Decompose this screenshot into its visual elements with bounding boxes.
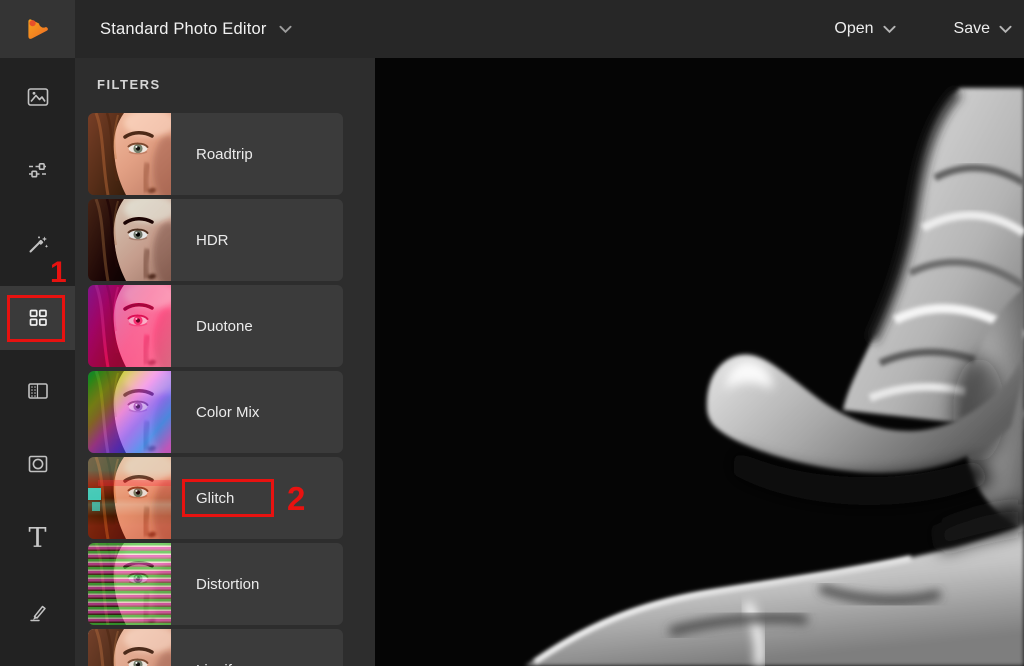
- text-icon: T: [28, 525, 46, 552]
- sidebar-item-draw[interactable]: [0, 580, 75, 644]
- filter-thumbnail: [88, 629, 171, 666]
- filters-panel: FILTERS Roadtrip HDR: [75, 58, 375, 666]
- sidebar-item-adjust[interactable]: [0, 138, 75, 202]
- annotation-box-glitch: [182, 479, 274, 517]
- page-title: Standard Photo Editor: [100, 20, 267, 39]
- annotation-step-1: 1: [50, 256, 67, 290]
- filter-thumbnail: [88, 457, 171, 539]
- canvas: [375, 58, 1024, 666]
- open-button-label: Open: [834, 20, 873, 38]
- photo-editor-app: Standard Photo Editor Open Save: [0, 0, 1024, 666]
- filter-card-liquify[interactable]: Liquify: [88, 629, 343, 666]
- filter-card-duotone[interactable]: Duotone: [88, 285, 343, 367]
- filter-card-roadtrip[interactable]: Roadtrip: [88, 113, 343, 195]
- filter-thumbnail: [88, 285, 171, 367]
- filter-card-hdr[interactable]: HDR: [88, 199, 343, 281]
- annotation-box-filters: [7, 295, 65, 342]
- save-button[interactable]: Save: [954, 20, 1012, 38]
- filter-label: HDR: [196, 199, 229, 281]
- app-logo[interactable]: [0, 0, 75, 58]
- overlay-icon: [26, 379, 50, 403]
- open-button[interactable]: Open: [834, 20, 895, 38]
- filter-label: Liquify: [196, 629, 239, 666]
- panel-title: FILTERS: [97, 77, 161, 92]
- filter-card-distortion[interactable]: Distortion: [88, 543, 343, 625]
- topbar-actions: Open Save: [834, 0, 1012, 58]
- image-icon: [26, 85, 50, 109]
- sidebar-item-image[interactable]: [0, 65, 75, 129]
- topbar: Standard Photo Editor Open Save: [0, 0, 1024, 58]
- chevron-down-icon: [999, 25, 1012, 34]
- pen-icon: [26, 600, 50, 624]
- editor-title-dropdown[interactable]: Standard Photo Editor: [100, 0, 292, 58]
- filter-thumbnail: [88, 113, 171, 195]
- filter-label: Distortion: [196, 543, 259, 625]
- filter-label: Color Mix: [196, 371, 259, 453]
- magic-wand-icon: [26, 232, 50, 256]
- filter-thumbnail: [88, 199, 171, 281]
- filter-card-glitch[interactable]: Glitch 2: [88, 457, 343, 539]
- filter-label: Duotone: [196, 285, 253, 367]
- chevron-down-icon: [279, 25, 292, 34]
- filter-list: Roadtrip HDR Duotone: [88, 113, 362, 666]
- statue-image: [375, 58, 1024, 666]
- filter-thumbnail: [88, 543, 171, 625]
- sidebar-item-text[interactable]: T: [0, 506, 75, 570]
- sidebar-item-overlays[interactable]: [0, 359, 75, 423]
- colorcinch-logo-icon: [23, 14, 53, 44]
- chevron-down-icon: [883, 25, 896, 34]
- filter-card-colormix[interactable]: Color Mix: [88, 371, 343, 453]
- filter-thumbnail: [88, 371, 171, 453]
- sliders-icon: [26, 158, 50, 182]
- annotation-step-2: 2: [287, 480, 305, 518]
- frame-icon: [26, 452, 50, 476]
- save-button-label: Save: [954, 20, 990, 38]
- filter-label: Roadtrip: [196, 113, 253, 195]
- sidebar-item-frames[interactable]: [0, 432, 75, 496]
- sidebar: T 1: [0, 58, 75, 666]
